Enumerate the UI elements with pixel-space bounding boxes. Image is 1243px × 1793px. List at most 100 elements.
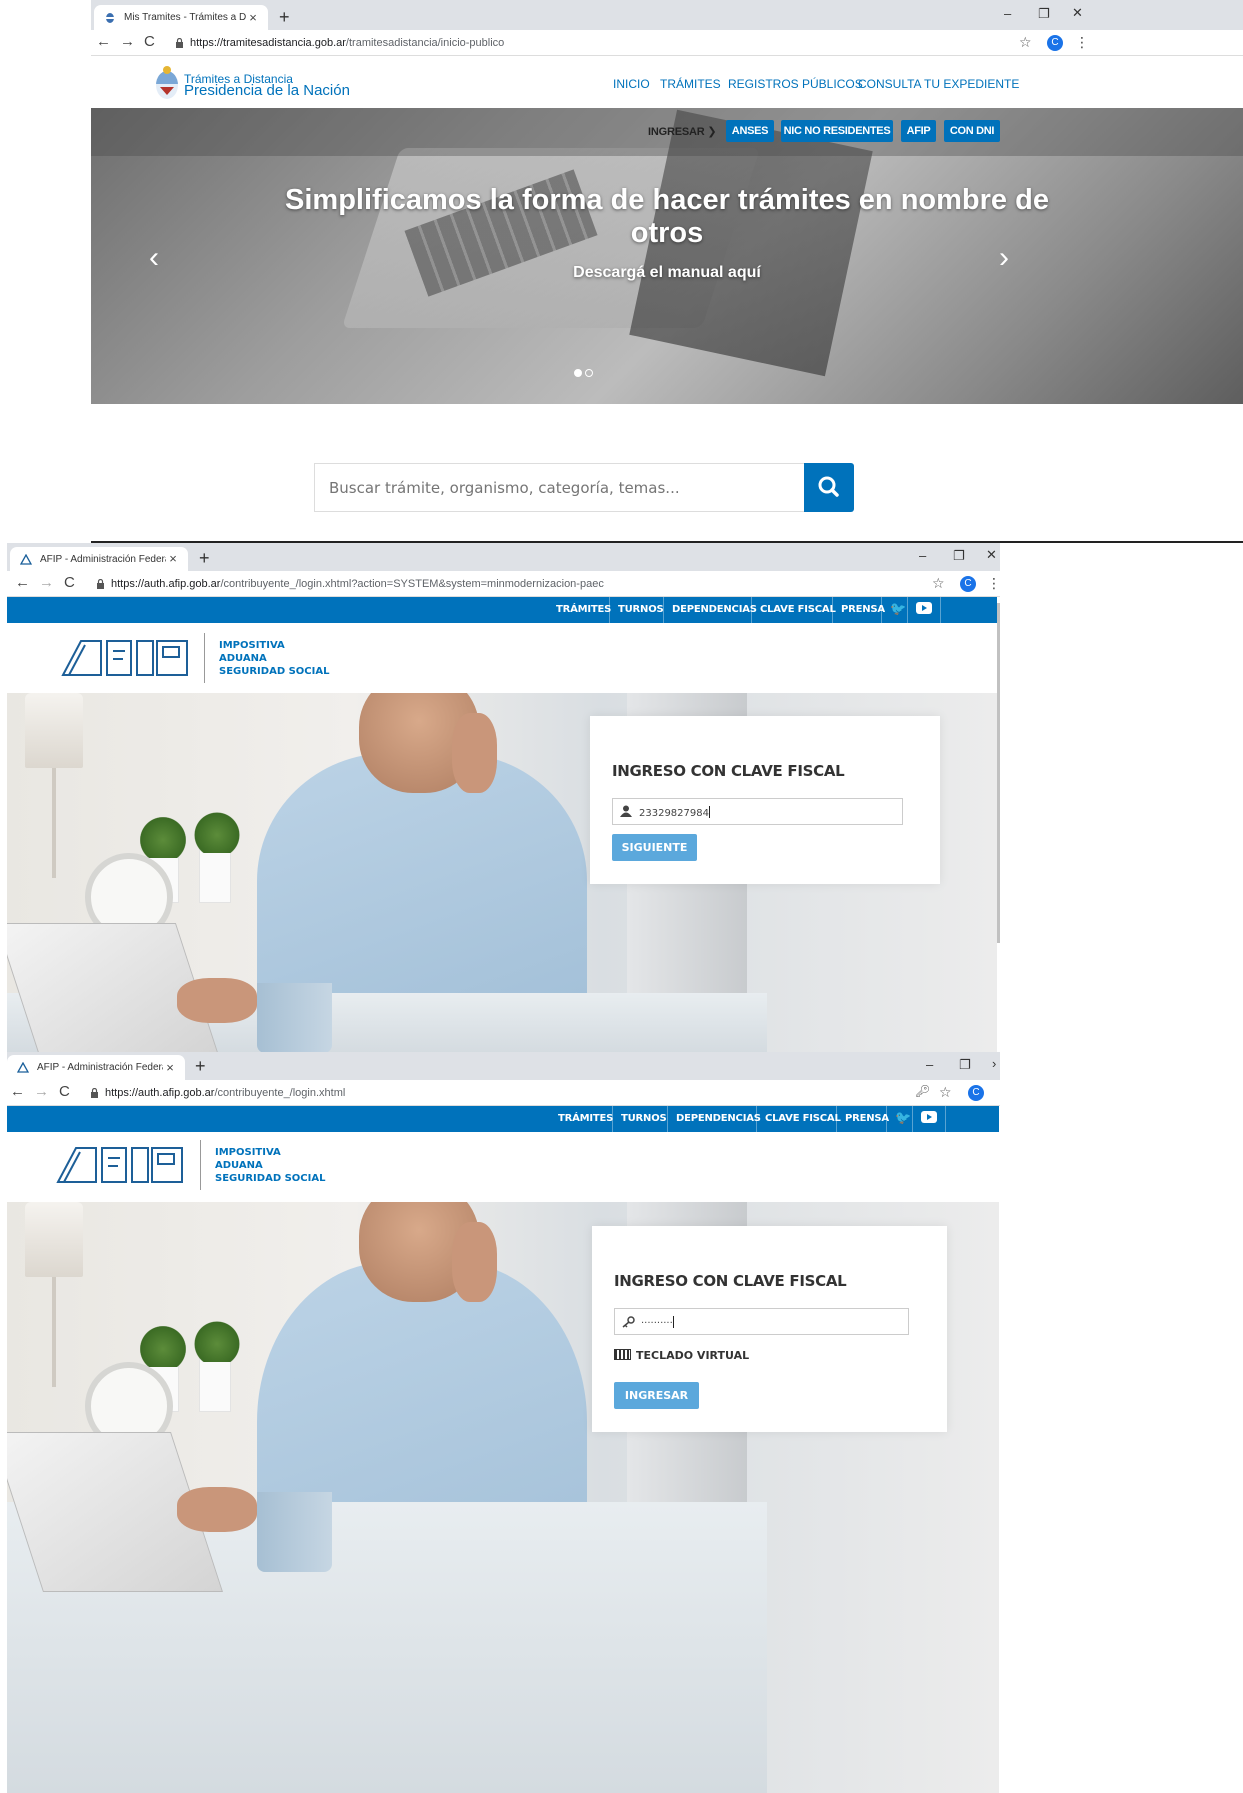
- nav-inicio[interactable]: INICIO: [613, 77, 650, 91]
- carousel-dot-1[interactable]: [574, 369, 582, 377]
- carousel-dot-2[interactable]: [585, 369, 593, 377]
- close-tab-icon[interactable]: ×: [166, 552, 180, 566]
- cuit-value: 23329827984: [639, 806, 710, 819]
- ingresar-text: INGRESAR: [648, 126, 705, 138]
- nav-dependencias[interactable]: DEPENDENCIAS: [667, 1106, 769, 1132]
- url-field[interactable]: https://auth.afip.gob.ar/contribuyente_/…: [111, 578, 604, 590]
- user-icon: [620, 805, 632, 817]
- afip-logo: [56, 1147, 183, 1183]
- login-nic-button[interactable]: NIC NO RESIDENTES: [781, 120, 893, 142]
- youtube-icon[interactable]: [907, 597, 941, 623]
- logo-divider: [200, 1140, 201, 1190]
- browser-tab[interactable]: AFIP - Administración Federal ×: [7, 1055, 185, 1080]
- nav-registros-publicos[interactable]: REGISTROS PÚBLICOS: [728, 77, 863, 91]
- subtitle-seguridad-social: SEGURIDAD SOCIAL: [219, 666, 330, 677]
- url-host: https://auth.afip.gob.ar: [111, 578, 221, 590]
- siguiente-button[interactable]: SIGUIENTE: [612, 834, 697, 861]
- login-afip-button[interactable]: AFIP: [901, 120, 936, 142]
- nav-consulta-expediente[interactable]: CONSULTA TU EXPEDIENTE: [858, 77, 1019, 91]
- subtitle-aduana: ADUANA: [219, 653, 267, 664]
- login-anses-button[interactable]: ANSES: [726, 120, 774, 142]
- page-scrollbar[interactable]: [997, 603, 1000, 943]
- nav-turnos[interactable]: TURNOS: [612, 1106, 675, 1132]
- url-path: /contribuyente_/login.xhtml: [214, 1087, 346, 1099]
- new-tab-icon[interactable]: +: [199, 549, 210, 567]
- minimize-icon[interactable]: –: [926, 1057, 933, 1072]
- browser-tab[interactable]: Mis Tramites - Trámites a Distanc ×: [94, 5, 268, 30]
- url-field[interactable]: https://tramitesadistancia.gob.ar/tramit…: [190, 37, 504, 49]
- forward-icon[interactable]: →: [34, 1084, 49, 1100]
- bookmark-star-icon[interactable]: ☆: [1019, 34, 1032, 51]
- logo-subtitle: IMPOSITIVA ADUANA SEGURIDAD SOCIAL: [215, 1146, 325, 1185]
- search-input[interactable]: [314, 463, 804, 512]
- photo-plant-1: [137, 1322, 189, 1367]
- nav-tramites[interactable]: TRÁMITES: [550, 1106, 621, 1132]
- youtube-icon[interactable]: [912, 1106, 946, 1132]
- browser-tab-bar: AFIP - Administración Federal × + – ❐ ›: [7, 1052, 1000, 1080]
- new-tab-icon[interactable]: +: [279, 8, 290, 26]
- back-icon[interactable]: ←: [10, 1084, 25, 1100]
- photo-lamp: [25, 693, 83, 768]
- password-input[interactable]: ··········: [614, 1308, 909, 1335]
- teclado-virtual-link[interactable]: TECLADO VIRTUAL: [614, 1349, 749, 1362]
- photo-man-hand-2: [177, 978, 257, 1023]
- escudo-nacional-logo: [156, 66, 178, 99]
- close-tab-icon[interactable]: ×: [246, 10, 260, 25]
- cuit-input[interactable]: 23329827984: [612, 798, 903, 825]
- profile-avatar[interactable]: C: [960, 576, 976, 592]
- reload-icon[interactable]: C: [59, 1084, 70, 1100]
- reload-icon[interactable]: C: [144, 34, 155, 50]
- browser-tab-bar: AFIP - Administración Federal × + – ❐ ✕: [7, 543, 1000, 571]
- url-field[interactable]: https://auth.afip.gob.ar/contribuyente_/…: [105, 1087, 345, 1099]
- password-value: ··········: [641, 1316, 674, 1329]
- afip-top-nav: TRÁMITES TURNOS DEPENDENCIAS CLAVE FISCA…: [7, 597, 997, 623]
- photo-man-hand: [452, 713, 497, 793]
- back-icon[interactable]: ←: [15, 575, 30, 591]
- nav-clave-fiscal[interactable]: CLAVE FISCAL: [751, 597, 844, 623]
- password-mask: ··········: [641, 1318, 673, 1329]
- subtitle-impositiva: IMPOSITIVA: [215, 1147, 281, 1158]
- tab-title: AFIP - Administración Federal: [37, 1062, 163, 1073]
- site-header: Trámites a Distancia Presidencia de la N…: [91, 56, 1243, 108]
- ingresar-label: INGRESAR ❯: [648, 125, 717, 138]
- reload-icon[interactable]: C: [64, 575, 75, 591]
- restore-icon[interactable]: ❐: [953, 548, 965, 564]
- restore-icon[interactable]: ❐: [959, 1057, 971, 1073]
- menu-kebab-icon[interactable]: ⋮: [987, 575, 1000, 592]
- browser-tab[interactable]: AFIP - Administración Federal ×: [10, 547, 188, 571]
- key-icon[interactable]: 🔑︎: [915, 1084, 930, 1098]
- close-window-icon[interactable]: ✕: [986, 547, 997, 563]
- close-window-icon[interactable]: ✕: [1072, 5, 1083, 21]
- profile-avatar[interactable]: C: [1047, 35, 1063, 51]
- close-window-icon[interactable]: ›: [992, 1056, 996, 1071]
- bookmark-star-icon[interactable]: ☆: [939, 1084, 952, 1101]
- login-dni-button[interactable]: CON DNI: [944, 120, 1000, 142]
- nav-tramites[interactable]: TRÁMITES: [660, 77, 721, 91]
- url-path: /tramitesadistancia/inicio-publico: [345, 37, 505, 49]
- nav-clave-fiscal[interactable]: CLAVE FISCAL: [756, 1106, 849, 1132]
- bookmark-star-icon[interactable]: ☆: [932, 575, 945, 592]
- nav-dependencias[interactable]: DEPENDENCIAS: [663, 597, 765, 623]
- hero-subtitle[interactable]: Descargá el manual aquí: [91, 264, 1243, 282]
- menu-kebab-icon[interactable]: ⋮: [1075, 34, 1089, 51]
- restore-icon[interactable]: ❐: [1038, 6, 1050, 22]
- minimize-icon[interactable]: –: [919, 548, 926, 563]
- text-cursor: [709, 806, 710, 818]
- new-tab-icon[interactable]: +: [195, 1057, 206, 1075]
- close-tab-icon[interactable]: ×: [163, 1060, 177, 1075]
- forward-icon[interactable]: →: [120, 34, 135, 50]
- panel-tramites-a-distancia: Mis Tramites - Trámites a Distanc × + – …: [91, 0, 1243, 543]
- back-icon[interactable]: ←: [96, 34, 111, 50]
- profile-avatar[interactable]: C: [968, 1085, 984, 1101]
- search-button[interactable]: [804, 463, 854, 512]
- ingresar-button[interactable]: INGRESAR: [614, 1382, 699, 1409]
- lock-icon: [97, 579, 104, 589]
- text-cursor: [672, 1316, 674, 1328]
- login-card: INGRESO CON CLAVE FISCAL 23329827984 SIG…: [590, 716, 940, 884]
- afip-favicon-icon: [20, 553, 32, 565]
- minimize-icon[interactable]: –: [1004, 6, 1011, 21]
- forward-icon[interactable]: →: [39, 575, 54, 591]
- browser-tab-bar: Mis Tramites - Trámites a Distanc × + – …: [91, 0, 1243, 30]
- logo-line-2: Presidencia de la Nación: [184, 82, 350, 99]
- chevron-right-icon: ❯: [707, 126, 717, 138]
